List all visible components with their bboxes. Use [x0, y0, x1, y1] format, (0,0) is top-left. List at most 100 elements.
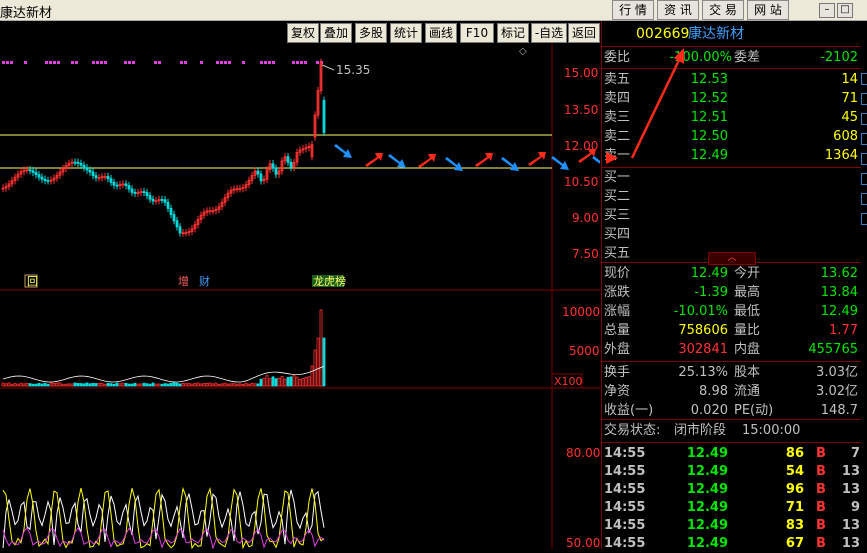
volume-bar [230, 384, 232, 386]
buy-level-row[interactable]: 买三 [602, 207, 860, 225]
candle-body [83, 165, 85, 167]
stock-code: 002669 [636, 23, 689, 45]
back-button[interactable]: 返回 [568, 23, 600, 43]
marker-cai[interactable]: 财 [199, 274, 210, 288]
divider [602, 46, 867, 47]
sell-level-price: 12.51 [691, 109, 728, 127]
overlay-button[interactable]: 叠加 [320, 23, 352, 43]
volume-bar [182, 383, 184, 386]
sell-level-row[interactable]: 卖一 12.49 1364 [602, 147, 860, 165]
minimize-icon[interactable]: – [819, 3, 835, 18]
multi-stock-button[interactable]: 多股 [355, 23, 387, 43]
marker-longhubang[interactable]: 龙虎榜 [313, 274, 346, 288]
volume-bar [197, 383, 199, 386]
candle-body [287, 157, 289, 163]
stat-value-2: 13.84 [821, 284, 858, 302]
tick-row: 14:55 12.49 67 B 13 [602, 535, 860, 553]
indicator-tick: 80.00 [566, 446, 600, 460]
sell-level-row[interactable]: 卖三 12.51 45 [602, 109, 860, 127]
stock-name: 康达新材 [688, 23, 744, 45]
volume-bar [44, 383, 46, 386]
volume-bar [146, 384, 148, 386]
side-scroll-strip[interactable] [861, 21, 867, 549]
remove-watchlist-button[interactable]: -自选 [531, 23, 567, 43]
stat-row: 换手 25.13% 股本 3.03亿 [602, 364, 860, 382]
price-tick: 12.00 [564, 139, 598, 153]
candle-body [260, 174, 262, 181]
top-tab-news[interactable]: 资 讯 [657, 0, 699, 20]
top-tab-trade[interactable]: 交 易 [702, 0, 744, 20]
fuquan-button[interactable]: 复权 [287, 23, 319, 43]
sell-level-label: 卖一 [604, 147, 630, 165]
volume-bar [167, 384, 169, 386]
volume-bar [185, 384, 187, 386]
stat-label-2: 最高 [734, 284, 760, 302]
volume-bar [95, 383, 97, 386]
f10-button[interactable]: F10 [460, 23, 494, 43]
signal-dot [292, 61, 295, 64]
red-arrow-icon [475, 153, 493, 167]
indicator-line-k [3, 490, 324, 548]
buy-level-row[interactable]: 买二 [602, 188, 860, 206]
volume-bar [131, 384, 133, 386]
kline-chart[interactable]: ◇ 15.35 15.00 13.50 12.00 10.50 9.00 7.5… [0, 43, 600, 549]
volume-bar [23, 384, 25, 386]
volume-bar [104, 384, 106, 386]
tick-row: 14:55 12.49 71 B 9 [602, 499, 860, 517]
marker-zeng[interactable]: 增 [178, 274, 189, 288]
volume-bar [158, 384, 160, 386]
stat-label: 换手 [604, 364, 630, 382]
tick-volume: 54 [786, 463, 804, 481]
volume-bar [14, 384, 16, 386]
volume-bar [26, 383, 28, 386]
top-tab-website[interactable]: 网 站 [747, 0, 789, 20]
sell-level-price: 12.50 [691, 128, 728, 146]
kline-chart-area[interactable]: ◇ 15.35 15.00 13.50 12.00 10.50 9.00 7.5… [0, 43, 600, 549]
signal-dot [10, 61, 13, 64]
stat-label-2: 股本 [734, 364, 760, 382]
volume-bar [170, 383, 172, 386]
volume-bar [179, 384, 181, 386]
signal-dot [316, 61, 319, 64]
candle-body [110, 179, 112, 183]
candle-body [275, 168, 277, 174]
tick-side: B [816, 535, 826, 553]
trade-status-row: 交易状态: 闭市阶段 15:00:00 [602, 422, 860, 440]
volume-bar [80, 384, 82, 386]
buy-level-row[interactable]: 买四 [602, 226, 860, 244]
tick-side: B [816, 499, 826, 517]
price-tick: 13.50 [564, 103, 598, 117]
volume-bar [17, 384, 19, 386]
collapse-chevron-icon[interactable]: ︿ [708, 252, 756, 265]
stat-label: 收益(一) [604, 402, 653, 420]
marker-hui[interactable]: 回 [27, 275, 38, 288]
stat-value-2: 13.62 [821, 265, 858, 283]
tick-side: B [816, 463, 826, 481]
top-tab-quotes[interactable]: 行 情 [612, 0, 654, 20]
tick-count: 13 [842, 535, 860, 553]
volume-bar [212, 384, 214, 386]
sell-level-row[interactable]: 卖四 12.52 71 [602, 90, 860, 108]
diamond-icon: ◇ [519, 46, 527, 57]
volume-bar [320, 310, 322, 386]
volume-bar [59, 383, 61, 386]
candle-body [272, 164, 274, 168]
stats-button[interactable]: 统计 [390, 23, 422, 43]
tick-time: 14:55 [604, 517, 645, 535]
maximize-icon[interactable]: □ [837, 3, 853, 18]
tick-time: 14:55 [604, 445, 645, 463]
mark-button[interactable]: 标记 [497, 23, 529, 43]
volume-unit: X100 [554, 375, 583, 388]
buy-level-row[interactable]: 买一 [602, 169, 860, 187]
sell-level-volume: 1364 [825, 147, 858, 165]
volume-bar [113, 384, 115, 386]
volume-bar [50, 383, 52, 386]
sell-level-row[interactable]: 卖二 12.50 608 [602, 128, 860, 146]
stat-label: 现价 [604, 265, 630, 283]
draw-line-button[interactable]: 画线 [425, 23, 457, 43]
candle-body [176, 221, 178, 227]
signal-dot [296, 61, 299, 64]
sell-level-row[interactable]: 卖五 12.53 14 [602, 71, 860, 89]
buy-level-label: 买一 [604, 169, 630, 187]
signal-dot [304, 61, 307, 64]
